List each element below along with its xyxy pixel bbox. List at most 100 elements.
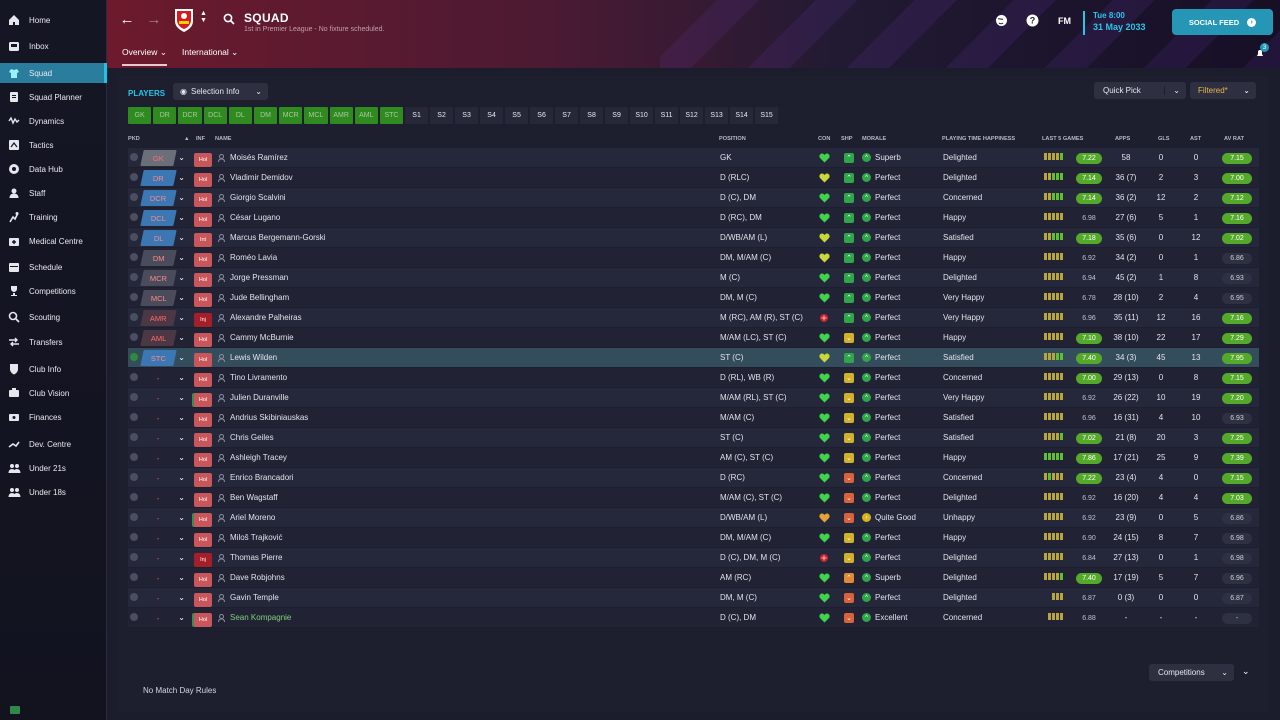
collapse-chevron-icon[interactable]: ⌄ <box>1242 666 1250 677</box>
selection-info-dropdown[interactable]: ◉ Selection Info ⌄ <box>173 83 268 100</box>
info-badge[interactable]: Hol <box>194 413 212 427</box>
col-morale[interactable]: MORALE <box>862 136 886 142</box>
table-row[interactable]: DCL ⌄ Hol César Lugano D (RC), DM ⌃ ^ Perfect Ha… <box>128 208 1259 228</box>
filter-chip-dcr[interactable]: DCR <box>178 107 202 124</box>
social-feed-button[interactable]: SOCIAL FEED › <box>1172 9 1273 35</box>
filtered-dropdown[interactable]: Filtered* ⌄ <box>1190 82 1256 99</box>
info-badge[interactable]: Hol <box>194 213 212 227</box>
col-pkd[interactable]: PKD <box>128 136 140 142</box>
pick-radio[interactable] <box>130 593 138 601</box>
position-selector[interactable]: - ⌄ <box>140 390 187 406</box>
col-position[interactable]: POSITION <box>719 136 746 142</box>
player-name[interactable]: César Lugano <box>230 213 280 222</box>
sidebar-item-dynamics[interactable]: Dynamics <box>0 111 104 131</box>
help-icon[interactable]: ? <box>1026 14 1039 27</box>
sidebar-item-inbox[interactable]: Inbox <box>0 36 104 56</box>
position-selector[interactable]: DM ⌄ <box>140 250 187 266</box>
pick-radio[interactable] <box>130 493 138 501</box>
position-selector[interactable]: STC ⌄ <box>140 350 187 366</box>
player-name[interactable]: Enrico Brancadori <box>230 473 294 482</box>
table-row[interactable]: - ⌄ Hol Tino Livramento D (RL), WB (R) ⌄ ^ Perf… <box>128 368 1259 388</box>
table-row[interactable]: - ⌄ Hol Miloš Trajković DM, M/AM (C) ⌄ ^ Perfec… <box>128 528 1259 548</box>
filter-chip-aml[interactable]: AML <box>354 107 378 124</box>
filter-chip-gk[interactable]: GK <box>128 107 152 124</box>
pick-radio[interactable] <box>130 253 138 261</box>
filter-chip-dm[interactable]: DM <box>253 107 278 124</box>
position-selector[interactable]: - ⌄ <box>140 410 187 426</box>
filter-chip-dl[interactable]: DL <box>228 107 252 124</box>
col-avrat[interactable]: AV RAT <box>1224 136 1244 142</box>
col-last5[interactable]: LAST 5 GAMES <box>1042 136 1083 142</box>
pick-radio[interactable] <box>130 473 138 481</box>
injury-icon[interactable] <box>819 313 829 323</box>
date-display[interactable]: Tue 8:00 31 May 2033 <box>1083 11 1146 35</box>
info-badge[interactable]: Hol <box>194 293 212 307</box>
filter-chip-s12[interactable]: S12 <box>680 107 704 124</box>
pick-radio[interactable] <box>130 333 138 341</box>
position-selector[interactable]: MCR ⌄ <box>140 270 187 286</box>
sidebar-item-staff[interactable]: Staff <box>0 183 104 203</box>
position-selector[interactable]: AML ⌄ <box>140 330 187 346</box>
filter-chip-dr[interactable]: DR <box>153 107 177 124</box>
position-selector[interactable]: DCL ⌄ <box>140 210 187 226</box>
position-selector[interactable]: - ⌄ <box>140 510 187 526</box>
notifications-button[interactable]: 3 <box>1253 43 1271 61</box>
player-name[interactable]: Roméo Lavia <box>230 253 277 262</box>
position-selector[interactable]: - ⌄ <box>140 470 187 486</box>
player-name[interactable]: Ashleigh Tracey <box>230 453 287 462</box>
pick-radio[interactable] <box>130 413 138 421</box>
player-name[interactable]: Dave Robjohns <box>230 573 285 582</box>
info-badge[interactable]: Hol <box>194 373 212 387</box>
globe-icon[interactable] <box>995 14 1008 27</box>
table-row[interactable]: STC ⌄ Hol Lewis Wilden ST (C) ⌃ ^ Perfect Satisf… <box>128 348 1259 368</box>
info-badge[interactable]: Hol <box>194 433 212 447</box>
sidebar-item-club-vision[interactable]: Club Vision <box>0 383 104 403</box>
sidebar-item-home[interactable]: Home <box>0 10 104 30</box>
position-selector[interactable]: - ⌄ <box>140 570 187 586</box>
position-selector[interactable]: - ⌄ <box>140 490 187 506</box>
info-badge[interactable]: Hol <box>194 273 212 287</box>
filter-chip-s13[interactable]: S13 <box>705 107 729 124</box>
table-row[interactable]: DR ⌄ Hol Vladimir Demidov D (RLC) ⌃ ^ Perfect De… <box>128 168 1259 188</box>
player-name[interactable]: Lewis Wilden <box>230 353 277 362</box>
pick-radio[interactable] <box>130 233 138 241</box>
position-selector[interactable]: GK ⌄ <box>140 150 187 166</box>
sidebar-item-club-info[interactable]: Club Info <box>0 359 104 379</box>
position-selector[interactable]: - ⌄ <box>140 590 187 606</box>
player-name[interactable]: Tino Livramento <box>230 373 287 382</box>
filter-chip-s7[interactable]: S7 <box>555 107 579 124</box>
col-name[interactable]: NAME <box>215 136 231 142</box>
info-badge[interactable]: Hol <box>194 193 212 207</box>
quick-pick-dropdown[interactable]: Quick Pick ⌄ <box>1094 82 1186 99</box>
info-badge[interactable]: Hol <box>194 533 212 547</box>
club-crest-icon[interactable] <box>173 7 195 33</box>
position-selector[interactable]: DCR ⌄ <box>140 190 187 206</box>
position-selector[interactable]: - ⌄ <box>140 550 187 566</box>
sidebar-item-scouting[interactable]: Scouting <box>0 307 104 327</box>
table-row[interactable]: - ⌄ Hol Ashleigh Tracey AM (C), ST (C) ⌄ ^ Perf… <box>128 448 1259 468</box>
table-row[interactable]: - ⌄ Inj Thomas Pierre D (C), DM, M (C) ⌄ ^ Perf… <box>128 548 1259 568</box>
player-name[interactable]: Chris Geiles <box>230 433 274 442</box>
pick-radio[interactable] <box>130 213 138 221</box>
player-name[interactable]: Alexandre Palheiras <box>230 313 302 322</box>
table-row[interactable]: - ⌄ Hol Sean Kompagnie D (C), DM ⌄ ^ Excellent C… <box>128 608 1259 628</box>
table-row[interactable]: AML ⌄ Hol Cammy McBurnie M/AM (LC), ST (C) ⌄ ^… <box>128 328 1259 348</box>
fm-menu-button[interactable]: FM <box>1058 16 1071 26</box>
info-badge[interactable]: Hol <box>194 173 212 187</box>
info-badge[interactable]: Hol <box>194 453 212 467</box>
player-name[interactable]: Sean Kompagnie <box>230 613 291 622</box>
pick-radio[interactable] <box>130 393 138 401</box>
position-selector[interactable]: MCL ⌄ <box>140 290 187 306</box>
info-badge[interactable]: Hol <box>194 153 212 167</box>
table-row[interactable]: - ⌄ Hol Andrius Skibiniauskas M/AM (C) ⌄ ^ Perf… <box>128 408 1259 428</box>
sidebar-item-data-hub[interactable]: Data Hub <box>0 159 104 179</box>
filter-chip-s11[interactable]: S11 <box>655 107 679 124</box>
sidebar-item-medical-centre[interactable]: Medical Centre <box>0 231 104 251</box>
injury-icon[interactable] <box>819 553 829 563</box>
pick-radio[interactable] <box>130 373 138 381</box>
player-name[interactable]: Thomas Pierre <box>230 553 282 562</box>
player-name[interactable]: Jorge Pressman <box>230 273 288 282</box>
table-row[interactable]: - ⌄ Hol Chris Geiles ST (C) ⌄ ^ Perfect Satisfie… <box>128 428 1259 448</box>
pick-radio[interactable] <box>130 153 138 161</box>
competitions-dropdown[interactable]: Competitions ⌄ <box>1149 664 1234 681</box>
